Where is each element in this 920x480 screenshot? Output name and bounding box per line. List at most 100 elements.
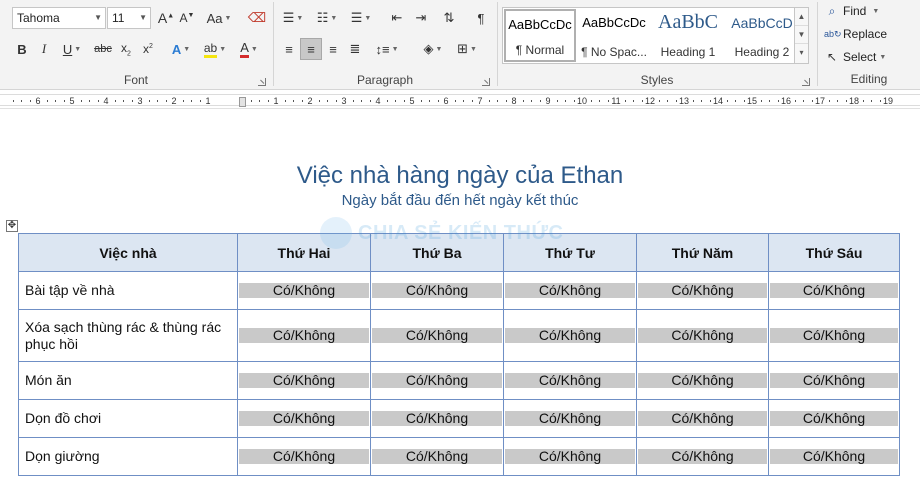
chevron-down-icon: ▼ [469, 45, 477, 53]
style-normal[interactable]: AaBbCcDc ¶ Normal [504, 9, 576, 62]
subscript-button[interactable]: x2 [116, 38, 136, 60]
yes-no-cell[interactable]: Có/Không [636, 361, 769, 400]
show-marks-button[interactable]: ¶ [470, 7, 492, 29]
chore-name-cell[interactable]: Xóa sạch thùng rác & thùng rác phục hồi [18, 309, 238, 362]
chore-name-cell[interactable]: Dọn giường [18, 437, 238, 476]
replace-button[interactable]: ab↻ Replace [824, 24, 887, 44]
ruler-number: 11 [611, 96, 621, 106]
select-button[interactable]: ↖ Select ▼ [824, 47, 886, 67]
decrease-indent-button[interactable]: ⇤ [386, 7, 408, 29]
yes-no-cell[interactable]: Có/Không [636, 437, 769, 476]
yes-no-cell[interactable]: Có/Không [370, 309, 504, 362]
style-heading-1[interactable]: AaBbC Heading 1 [652, 9, 724, 62]
line-spacing-button[interactable]: ↕≡ ▼ [372, 38, 402, 60]
yes-no-cell[interactable]: Có/Không [503, 309, 637, 362]
chore-name-cell[interactable]: Bài tập về nhà [18, 271, 238, 310]
yes-no-cell[interactable]: Có/Không [503, 361, 637, 400]
yes-no-cell[interactable]: Có/Không [370, 271, 504, 310]
yes-no-cell[interactable]: Có/Không [636, 399, 769, 438]
yes-no-cell[interactable]: Có/Không [503, 271, 637, 310]
paragraph-dialog-launcher[interactable] [482, 78, 490, 86]
table-move-handle-icon[interactable]: ✥ [6, 220, 18, 232]
bullets-button[interactable]: ☰ ▼ [278, 7, 308, 29]
chore-name-cell[interactable]: Món ăn [18, 361, 238, 400]
ruler-number: 5 [409, 96, 415, 106]
font-family-combo[interactable]: Tahoma ▼ [12, 7, 106, 29]
numbering-button[interactable]: ☷ ▼ [312, 7, 342, 29]
yes-no-cell[interactable]: Có/Không [237, 309, 371, 362]
yes-no-cell[interactable]: Có/Không [370, 437, 504, 476]
column-header-day[interactable]: Thứ Năm [636, 233, 769, 272]
yes-no-cell[interactable]: Có/Không [768, 271, 900, 310]
yes-no-cell[interactable]: Có/Không [237, 437, 371, 476]
style-name: Heading 1 [660, 45, 716, 59]
ruler-tick [803, 100, 804, 102]
font-dialog-launcher[interactable] [258, 78, 266, 86]
yes-no-cell[interactable]: Có/Không [768, 309, 900, 362]
increase-indent-button[interactable]: ⇥ [410, 7, 432, 29]
ruler-number: 14 [712, 96, 724, 106]
horizontal-ruler[interactable]: 1 2 3 4 5 6 1 2 3 4 5 6 7 8 9 10 11 12 13 14 15 16 17 18 19 [0, 91, 920, 109]
column-header-day[interactable]: Thứ Sáu [768, 233, 900, 272]
document-page[interactable]: Việc nhà hàng ngày của Ethan Ngày bắt đầ… [0, 110, 920, 480]
gallery-more-icon[interactable]: ▾ [795, 44, 808, 62]
yes-no-cell[interactable]: Có/Không [768, 361, 900, 400]
style-heading-2[interactable]: AaBbCcD Heading 2 [726, 9, 798, 62]
align-right-button[interactable]: ≡ [322, 38, 344, 60]
ruler-tick [811, 100, 813, 102]
yes-no-cell[interactable]: Có/Không [636, 309, 769, 362]
grow-font-button[interactable]: A▲ [156, 7, 176, 29]
yes-no-cell[interactable]: Có/Không [768, 399, 900, 438]
ruler-tick [267, 100, 269, 102]
strikethrough-button[interactable]: abc [92, 38, 114, 60]
ruler-tick [692, 100, 694, 102]
yes-no-cell[interactable]: Có/Không [237, 399, 371, 438]
yes-no-cell[interactable]: Có/Không [370, 361, 504, 400]
column-header-chore[interactable]: Việc nhà [18, 233, 238, 272]
underline-button[interactable]: U ▼ [56, 38, 88, 60]
ruler-number: 7 [477, 96, 483, 106]
font-color-button[interactable]: A ▼ [234, 38, 264, 60]
styles-dialog-launcher[interactable] [802, 78, 810, 86]
multilevel-list-button[interactable]: ☰ ▼ [346, 7, 376, 29]
shrink-font-button[interactable]: A▼ [177, 7, 197, 29]
align-center-button[interactable]: ≡ [300, 38, 322, 60]
change-case-button[interactable]: Aa ▼ [203, 7, 235, 29]
yes-no-cell[interactable]: Có/Không [503, 437, 637, 476]
ruler-tick [837, 100, 838, 102]
yes-no-cell[interactable]: Có/Không [237, 271, 371, 310]
text-effects-button[interactable]: A ▼ [166, 38, 196, 60]
yes-no-value: Có/Không [638, 449, 767, 464]
font-size-combo[interactable]: 11 ▼ [107, 7, 151, 29]
borders-button[interactable]: ⊞ ▼ [452, 38, 482, 60]
highlight-color-button[interactable]: ab ▼ [200, 38, 230, 60]
sort-button[interactable]: ⇅ [438, 7, 460, 29]
gallery-scroll-up-icon[interactable]: ▲ [795, 8, 808, 26]
align-left-button[interactable]: ≡ [278, 38, 300, 60]
ruler-tick [573, 100, 575, 102]
justify-button[interactable]: ≣ [344, 38, 366, 60]
yes-no-cell[interactable]: Có/Không [768, 437, 900, 476]
yes-no-cell[interactable]: Có/Không [237, 361, 371, 400]
indent-marker[interactable] [239, 97, 246, 107]
column-header-day[interactable]: Thứ Ba [370, 233, 504, 272]
style-no-spacing[interactable]: AaBbCcDc ¶ No Spac... [578, 9, 650, 62]
grow-font-icon: A▲ [157, 10, 175, 26]
find-button[interactable]: ⌕ Find ▼ [824, 1, 880, 21]
clear-formatting-button[interactable]: ⌫ [246, 7, 268, 29]
ruler-number: 5 [69, 96, 75, 106]
superscript-button[interactable]: x2 [138, 38, 158, 60]
column-header-day[interactable]: Thứ Hai [237, 233, 371, 272]
yes-no-cell[interactable]: Có/Không [370, 399, 504, 438]
ruler-number: 19 [882, 96, 894, 106]
shading-button[interactable]: ◈ ▼ [418, 38, 448, 60]
yes-no-cell[interactable]: Có/Không [636, 271, 769, 310]
bold-button[interactable]: B [12, 38, 32, 60]
italic-button[interactable]: I [34, 38, 54, 60]
document-title[interactable]: Việc nhà hàng ngày của Ethan [0, 162, 920, 190]
yes-no-cell[interactable]: Có/Không [503, 399, 637, 438]
column-header-day[interactable]: Thứ Tư [503, 233, 637, 272]
gallery-scroll-down-icon[interactable]: ▼ [795, 26, 808, 44]
chore-name-cell[interactable]: Dọn đồ chơi [18, 399, 238, 438]
document-subtitle[interactable]: Ngày bắt đầu đến hết ngày kết thúc [0, 192, 920, 209]
